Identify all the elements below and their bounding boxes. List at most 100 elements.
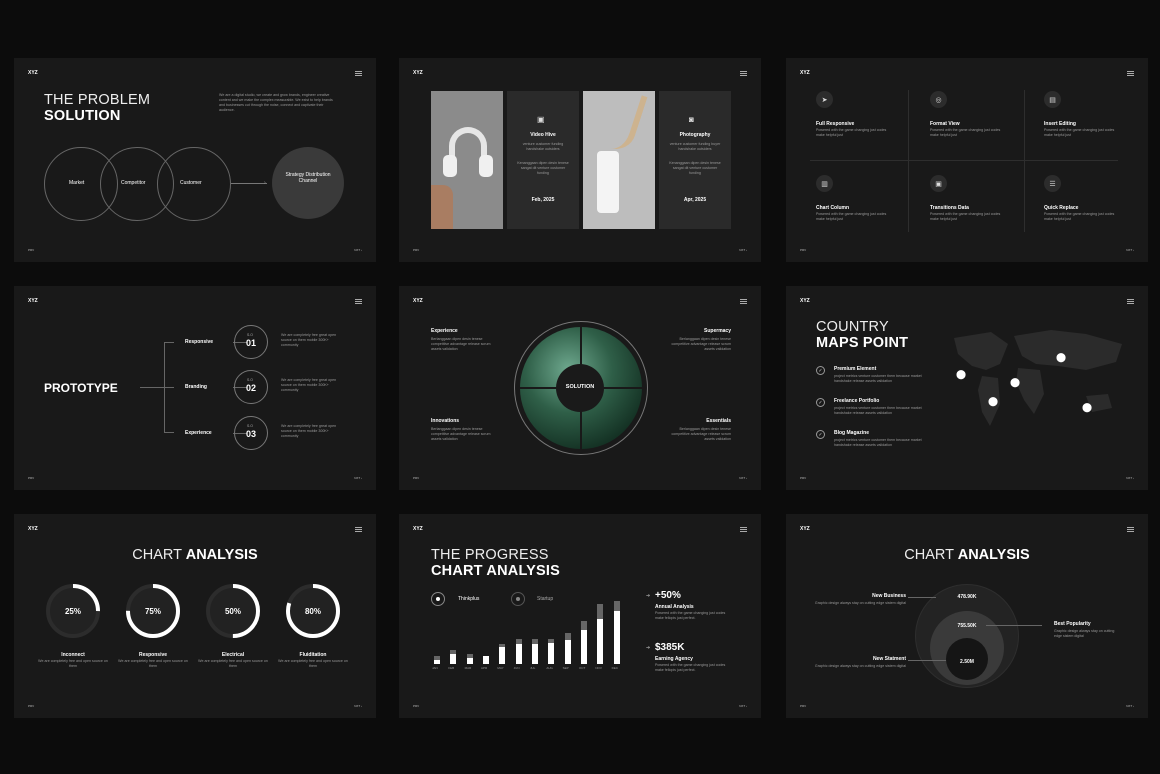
menu-icon[interactable] <box>355 71 362 76</box>
slide-features[interactable]: XYZ ➤ Full Responsive Powered with the gam… <box>786 58 1148 262</box>
step-number: 01 <box>246 338 257 348</box>
logo: XYZ <box>28 70 38 76</box>
solution-center-label: SOLUTION <box>565 384 595 390</box>
bar-thinkplus <box>499 647 506 664</box>
card-text-2: Kenanggaan dipen desin tenese sangat dit… <box>669 161 721 175</box>
prev-button[interactable]: PRV <box>413 704 419 708</box>
bar-thinkplus <box>434 659 440 664</box>
x-tick-label: SEP <box>562 666 569 670</box>
feature-text: Powered with the game changing just code… <box>816 212 887 221</box>
check-icon: ✓ <box>816 430 825 439</box>
item-text: Graphic design always stay on cutting ed… <box>1054 629 1115 638</box>
check-icon: ✓ <box>816 398 825 407</box>
feature-title: Format View <box>930 121 960 127</box>
menu-icon[interactable] <box>355 299 362 304</box>
ring-label: Inconnect <box>61 652 85 658</box>
item-title: New Business <box>872 593 906 599</box>
card-photography[interactable]: ◙ Photography venture customer funding b… <box>659 91 731 229</box>
stat-value: +50% <box>655 590 681 601</box>
menu-icon[interactable] <box>355 527 362 532</box>
x-tick-label: JAN <box>432 666 438 670</box>
card-date: Feb, 2025 <box>531 197 555 203</box>
prev-button[interactable]: PRV <box>800 248 806 252</box>
next-button[interactable]: NXT › <box>354 704 362 708</box>
next-button[interactable]: NXT › <box>1126 704 1134 708</box>
map-pin-icon[interactable]: ⬤ <box>956 369 966 380</box>
menu-icon[interactable] <box>740 71 747 76</box>
slide-chart-bubbles[interactable]: XYZ CHART ANALYSIS 478.90K 755.50K 2.50M… <box>786 514 1148 718</box>
prev-button[interactable]: PRV <box>800 476 806 480</box>
arrow-icon: ➔ <box>646 645 651 651</box>
next-button[interactable]: NXT › <box>354 248 362 252</box>
slide-problem-solution[interactable]: XYZ THE PROBLEM SOLUTION We are a digita… <box>14 58 376 262</box>
slide-gallery[interactable]: XYZ ▣ Video Hive venture customer fundin… <box>399 58 761 262</box>
menu-icon[interactable] <box>740 527 747 532</box>
next-button[interactable]: NXT › <box>1126 476 1134 480</box>
bar-chart-icon: ▥ <box>816 175 833 192</box>
item-title: New Statment <box>872 656 906 662</box>
slide-prototype[interactable]: XYZ PROTOTYPE Responsive S.O 01 We are comp… <box>14 286 376 490</box>
stat-text: Powered with the game changing just code… <box>655 663 726 672</box>
x-tick-label: AUG <box>546 666 553 670</box>
map-pin-icon[interactable]: ⬤ <box>1056 352 1066 363</box>
circle-competitor: Competitor <box>121 180 146 186</box>
x-tick-label: DEC <box>611 666 618 670</box>
prev-button[interactable]: PRV <box>800 704 806 708</box>
slide-country-map[interactable]: XYZ COUNTRY MAPS POINT ⬤ ⬤ ⬤ ⬤ ⬤ ✓ Premiu… <box>786 286 1148 490</box>
document-icon: ▤ <box>1044 91 1061 108</box>
prev-button[interactable]: PRV <box>28 704 34 708</box>
ring-text: We are completely free and open source o… <box>278 659 348 668</box>
bar-thinkplus <box>483 655 489 664</box>
menu-icon[interactable] <box>1127 71 1134 76</box>
item-title: Essentials <box>706 418 731 424</box>
logo: XYZ <box>28 298 38 304</box>
item-title: Best Popularity <box>1054 621 1091 627</box>
step-number: 02 <box>246 383 257 393</box>
feature-title: Quick Replace <box>1044 205 1079 211</box>
feature-title: Insert Editing <box>1044 121 1076 127</box>
ring-value: 75% <box>144 607 161 616</box>
map-pin-icon[interactable]: ⬤ <box>1010 377 1020 388</box>
card-video-hive[interactable]: ▣ Video Hive venture customer funding ha… <box>507 91 579 229</box>
title-thin: CHART <box>904 547 954 563</box>
slide-solution-wheel[interactable]: XYZ SOLUTION Experience Berlanggaan dipe… <box>399 286 761 490</box>
menu-icon[interactable] <box>1127 527 1134 532</box>
step-sub: S.O <box>247 333 253 337</box>
prev-button[interactable]: PRV <box>28 476 34 480</box>
next-button[interactable]: NXT › <box>354 476 362 480</box>
prev-button[interactable]: PRV <box>413 248 419 252</box>
prev-button[interactable]: PRV <box>28 248 34 252</box>
ring-label: Fluiditation <box>299 652 327 658</box>
x-tick-label: MAR <box>464 666 472 670</box>
title-bold: ANALYSIS <box>185 547 258 563</box>
card-title: Video Hive <box>530 132 556 138</box>
slide-progress-chart[interactable]: XYZ THE PROGRESS CHART ANALYSIS Thinkplu… <box>399 514 761 718</box>
sliders-icon: ☰ <box>1044 175 1061 192</box>
logo: XYZ <box>28 526 38 532</box>
next-button[interactable]: NXT › <box>739 476 747 480</box>
map-item-title: Freelance Portfolio <box>834 398 880 404</box>
prototype-title: PROTOTYPE <box>44 381 118 395</box>
item-title: Supermacy <box>704 328 731 334</box>
map-item-title: Premium Element <box>834 366 877 372</box>
feature-text: Powered with the game changing just code… <box>930 128 1001 137</box>
slide-title-thin: THE PROGRESS <box>431 547 549 563</box>
card-text-2: Kenanggaan dipen desin tenese sangat dit… <box>517 161 569 175</box>
feature-text: Powered with the game changing just code… <box>930 212 1001 221</box>
slide-chart-rings[interactable]: XYZ CHART ANALYSIS 25% Inconnect We are co… <box>14 514 376 718</box>
map-item-title: Blog Magazine <box>834 430 870 436</box>
step-sub: S.O <box>247 378 253 382</box>
menu-icon[interactable] <box>740 299 747 304</box>
title-thin: CHART <box>132 547 182 563</box>
prev-button[interactable]: PRV <box>413 476 419 480</box>
step-text: We are completely free great open source… <box>281 378 337 392</box>
circle-market: Market <box>69 180 85 186</box>
target-icon: ◎ <box>930 91 947 108</box>
next-button[interactable]: NXT › <box>739 704 747 708</box>
next-button[interactable]: NXT › <box>739 248 747 252</box>
next-button[interactable]: NXT › <box>1126 248 1134 252</box>
map-pin-icon[interactable]: ⬤ <box>988 396 998 407</box>
ring-value: 25% <box>64 607 81 616</box>
item-text: Graphic design always stay on cutting ed… <box>814 664 906 668</box>
map-pin-icon[interactable]: ⬤ <box>1082 402 1092 413</box>
